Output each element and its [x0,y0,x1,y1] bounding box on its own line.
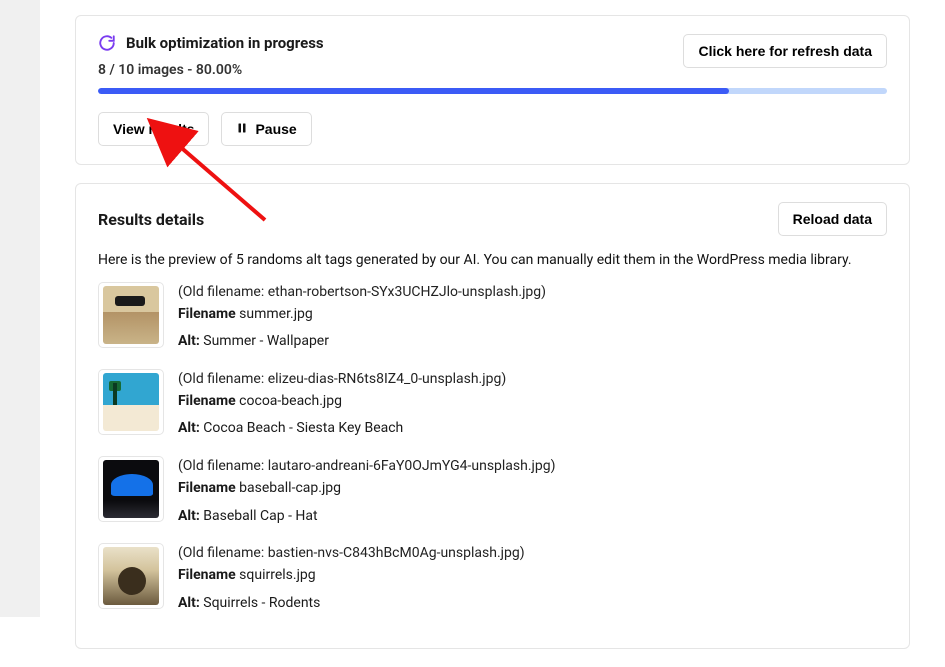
filename-value: summer.jpg [239,306,313,322]
old-filename: (Old filename: ethan-robertson-SYx3UCHZJ… [178,282,546,304]
filename-label: Filename [178,393,236,409]
old-filename: (Old filename: lautaro-andreani-6FaY0OJm… [178,456,556,478]
results-description: Here is the preview of 5 randoms alt tag… [98,252,887,268]
alt-label: Alt: [178,595,200,611]
alt-value: Baseball Cap - Hat [203,508,317,524]
progress-summary: 8 / 10 images - 80.00% [98,62,324,78]
spinner-icon [98,34,116,52]
alt-label: Alt: [178,420,200,436]
sidebar-stub [0,0,40,617]
alt-label: Alt: [178,508,200,524]
progress-fill [98,88,729,94]
result-meta: (Old filename: ethan-robertson-SYx3UCHZJ… [178,282,546,353]
thumbnail-image-icon [103,373,159,431]
filename-label: Filename [178,567,236,583]
result-meta: (Old filename: bastien-nvs-C843hBcM0Ag-u… [178,543,525,614]
progress-card-header: Bulk optimization in progress 8 / 10 ima… [98,34,887,78]
main-content: Bulk optimization in progress 8 / 10 ima… [75,0,945,649]
pause-icon [236,121,248,137]
progress-bar [98,88,887,94]
progress-actions: View results Pause [98,112,887,146]
results-header: Results details Reload data [98,202,887,236]
result-thumbnail[interactable] [98,282,164,348]
alt-label: Alt: [178,333,200,349]
thumbnail-image-icon [103,547,159,605]
result-thumbnail[interactable] [98,456,164,522]
view-results-button[interactable]: View results [98,112,209,146]
alt-value: Cocoa Beach - Siesta Key Beach [203,420,403,436]
results-title: Results details [98,210,204,229]
thumbnail-image-icon [103,286,159,344]
alt-value: Squirrels - Rodents [203,595,320,611]
filename-value: baseball-cap.jpg [239,480,341,496]
filename-label: Filename [178,480,236,496]
result-item: (Old filename: elizeu-dias-RN6ts8IZ4_0-u… [98,369,887,440]
result-meta: (Old filename: elizeu-dias-RN6ts8IZ4_0-u… [178,369,506,440]
progress-card: Bulk optimization in progress 8 / 10 ima… [75,15,910,165]
result-thumbnail[interactable] [98,369,164,435]
result-thumbnail[interactable] [98,543,164,609]
result-item: (Old filename: ethan-robertson-SYx3UCHZJ… [98,282,887,353]
old-filename: (Old filename: bastien-nvs-C843hBcM0Ag-u… [178,543,525,565]
pause-button-label: Pause [255,121,296,137]
progress-title: Bulk optimization in progress [126,34,324,52]
pause-button[interactable]: Pause [221,112,311,146]
result-item: (Old filename: lautaro-andreani-6FaY0OJm… [98,456,887,527]
refresh-data-button[interactable]: Click here for refresh data [683,34,887,68]
result-item: (Old filename: bastien-nvs-C843hBcM0Ag-u… [98,543,887,614]
result-meta: (Old filename: lautaro-andreani-6FaY0OJm… [178,456,556,527]
old-filename: (Old filename: elizeu-dias-RN6ts8IZ4_0-u… [178,369,506,391]
filename-value: squirrels.jpg [239,567,315,583]
alt-value: Summer - Wallpaper [203,333,329,349]
filename-value: cocoa-beach.jpg [239,393,342,409]
reload-data-button[interactable]: Reload data [778,202,887,236]
thumbnail-image-icon [103,460,159,518]
results-card: Results details Reload data Here is the … [75,183,910,649]
filename-label: Filename [178,306,236,322]
